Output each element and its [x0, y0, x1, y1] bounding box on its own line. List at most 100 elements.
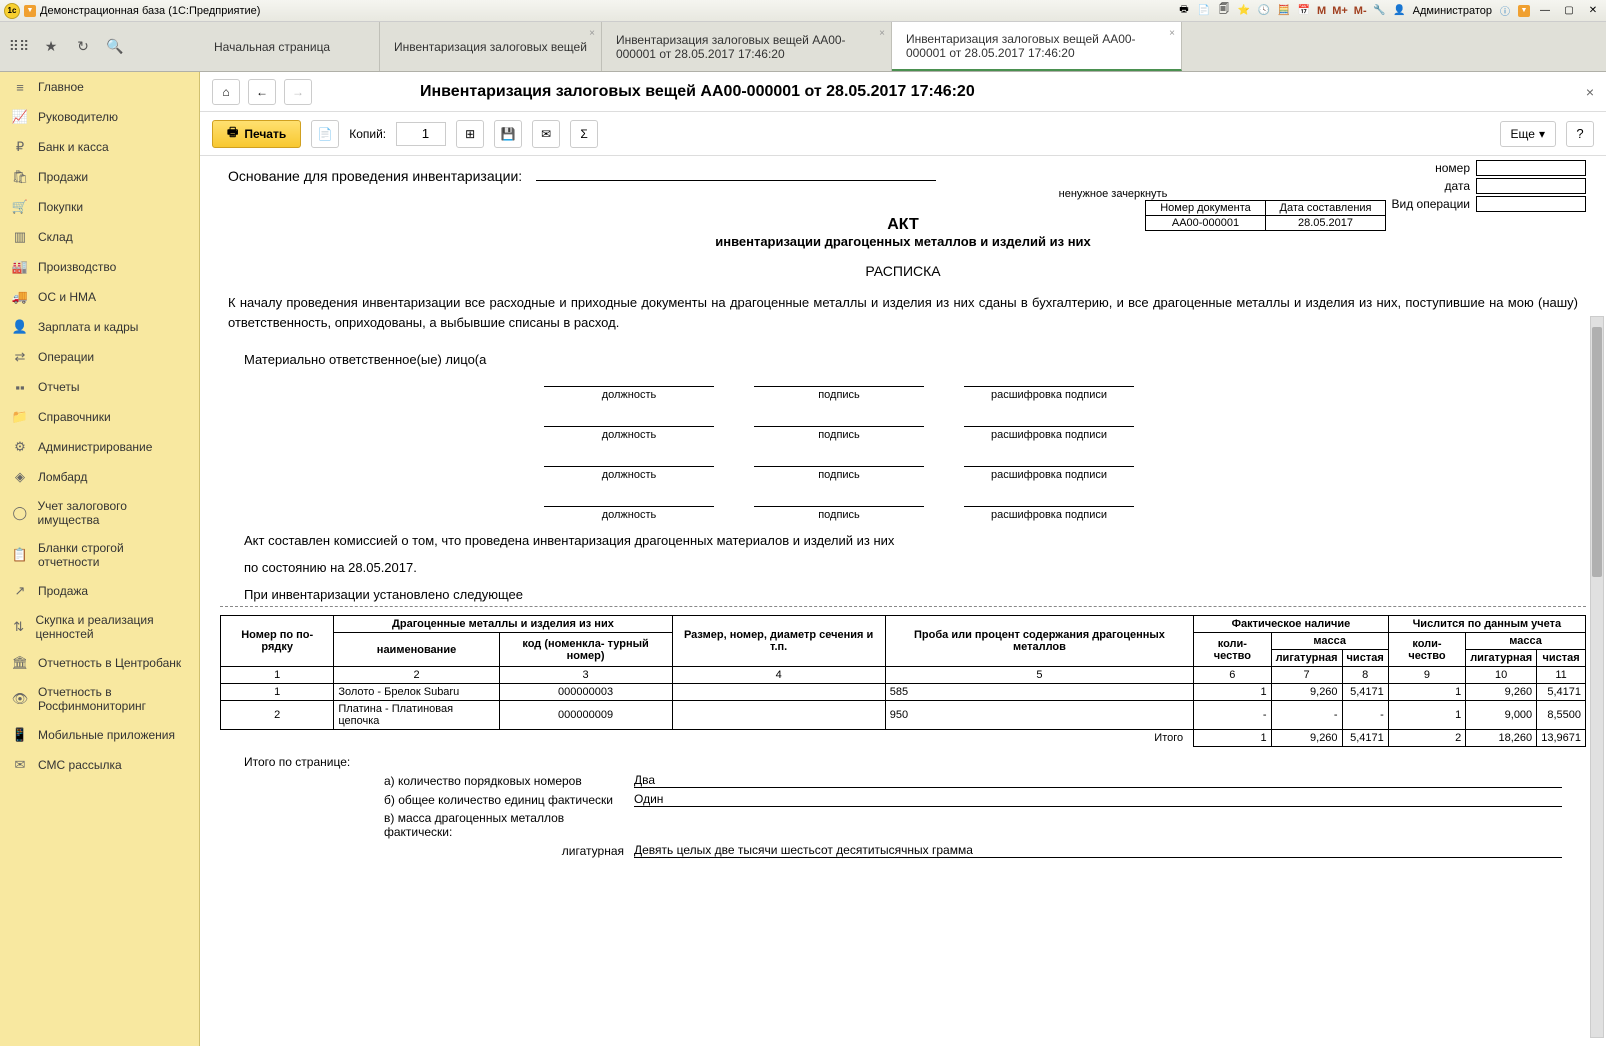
meta-block: номер дата Вид операции: [1391, 160, 1586, 214]
sidebar-item-manager[interactable]: 📈Руководителю: [0, 102, 199, 132]
maximize-button[interactable]: ▢: [1560, 4, 1578, 18]
search-icon[interactable]: 🔍: [106, 38, 124, 56]
copies-input[interactable]: [396, 122, 446, 146]
sidebar-item-sale[interactable]: ↗Продажа: [0, 576, 199, 606]
body-paragraph: К началу проведения инвентаризации все р…: [228, 293, 1578, 332]
ops-icon: ⇄: [12, 349, 28, 365]
sidebar: ≡Главное 📈Руководителю ₽Банк и касса 🛍Пр…: [0, 72, 200, 1046]
caption-line-2: по состоянию на 28.05.2017.: [244, 560, 1578, 575]
user-icon: 👤: [1393, 4, 1407, 18]
minimize-button[interactable]: —: [1536, 4, 1554, 18]
akt-subtitle: инвентаризации драгоценных металлов и из…: [220, 234, 1586, 249]
ring-icon: ◯: [12, 505, 27, 521]
history-tab-icon[interactable]: ↻: [74, 38, 92, 56]
diamond-icon: ◈: [12, 469, 28, 485]
sidebar-item-rfm[interactable]: 👁Отчетность в Росфинмониторинг: [0, 678, 199, 720]
sale-icon: ↗: [12, 583, 28, 599]
print-button[interactable]: 🖶Печать: [212, 120, 301, 148]
phone-icon: 📱: [12, 727, 28, 743]
close-window-button[interactable]: ✕: [1584, 4, 1602, 18]
more-button[interactable]: Еще▾: [1500, 121, 1556, 147]
memory-m-minus[interactable]: M-: [1354, 5, 1367, 17]
sidebar-item-bank[interactable]: ₽Банк и касса: [0, 132, 199, 162]
boxes-icon: ▥: [12, 229, 28, 245]
sidebar-item-production[interactable]: 🏭Производство: [0, 252, 199, 282]
user-label[interactable]: Администратор: [1413, 5, 1492, 17]
compare-icon[interactable]: 🗐: [1217, 4, 1231, 18]
sidebar-item-reports[interactable]: ▪▪Отчеты: [0, 372, 199, 402]
truck-icon: 🚚: [12, 289, 28, 305]
inventory-table: Номер по по- рядку Драгоценные металлы и…: [220, 615, 1586, 747]
settings-button[interactable]: ⊞: [456, 120, 484, 148]
doc-icon: 📋: [12, 547, 28, 563]
sms-icon: ✉: [12, 757, 28, 773]
app-title: Демонстрационная база (1С:Предприятие): [40, 5, 260, 17]
mail-button[interactable]: ✉: [532, 120, 560, 148]
menu-icon: ≡: [12, 79, 28, 95]
responsible-block: Материально ответственное(ые) лицо(а дол…: [244, 352, 1578, 521]
star-icon[interactable]: ★: [42, 38, 60, 56]
copies-label: Копий:: [349, 127, 386, 141]
akt-block: Номер документаДата составления АА00-000…: [220, 216, 1586, 249]
tab-home[interactable]: Начальная страница: [200, 22, 380, 71]
sidebar-item-forms[interactable]: 📋Бланки строгой отчетности: [0, 534, 199, 576]
content-close-button[interactable]: ×: [1586, 84, 1594, 100]
exchange-icon: ⇅: [12, 619, 26, 635]
tab-inventory-doc-2[interactable]: Инвентаризация залоговых вещей АА00-0000…: [892, 22, 1182, 71]
basis-line: Основание для проведения инвентаризации:: [228, 168, 1586, 184]
gear-icon: ⚙: [12, 439, 28, 455]
sidebar-item-operations[interactable]: ⇄Операции: [0, 342, 199, 372]
sidebar-item-sms[interactable]: ✉СМС рассылка: [0, 750, 199, 780]
calendar-icon[interactable]: 📅: [1297, 4, 1311, 18]
tab-inventory-list[interactable]: Инвентаризация залоговых вещей×: [380, 22, 602, 71]
sidebar-item-warehouse[interactable]: ▥Склад: [0, 222, 199, 252]
tab-inventory-doc-1[interactable]: Инвентаризация залоговых вещей АА00-0000…: [602, 22, 892, 71]
sidebar-item-mobile[interactable]: 📱Мобильные приложения: [0, 720, 199, 750]
preview-button[interactable]: 📄: [311, 120, 339, 148]
sidebar-item-pledge[interactable]: ◯Учет залогового имущества: [0, 492, 199, 534]
calc-icon[interactable]: 🧮: [1277, 4, 1291, 18]
history-icon[interactable]: 🕓: [1257, 4, 1271, 18]
app-logo-icon: 1c: [4, 3, 20, 19]
print-icon[interactable]: 🖶: [1177, 4, 1191, 18]
apps-grid-icon[interactable]: ⠿⠿: [10, 38, 28, 56]
scrollbar-thumb[interactable]: [1592, 327, 1602, 577]
table-row: 1Золото - Брелок Subaru00000000358519,26…: [221, 684, 1586, 701]
tab-close-icon[interactable]: ×: [879, 28, 885, 39]
tab-close-icon[interactable]: ×: [1169, 28, 1175, 39]
memory-m-plus[interactable]: M+: [1332, 5, 1348, 17]
person-icon: 👤: [12, 319, 28, 335]
tools-icon[interactable]: 🔧: [1373, 4, 1387, 18]
sum-button[interactable]: Σ: [570, 120, 598, 148]
app-menu-dropdown[interactable]: ▼: [24, 5, 36, 17]
forward-button[interactable]: →: [284, 79, 312, 105]
memory-m[interactable]: M: [1317, 5, 1326, 17]
sidebar-item-purchases[interactable]: 🛒Покупки: [0, 192, 199, 222]
info-icon[interactable]: ⓘ: [1498, 4, 1512, 18]
save-doc-button[interactable]: 💾: [494, 120, 522, 148]
scrollbar-vertical[interactable]: [1590, 316, 1604, 1038]
help-button[interactable]: ?: [1566, 121, 1594, 147]
sidebar-item-references[interactable]: 📁Справочники: [0, 402, 199, 432]
sidebar-item-sales[interactable]: 🛍Продажи: [0, 162, 199, 192]
sidebar-item-main[interactable]: ≡Главное: [0, 72, 199, 102]
sidebar-item-assets[interactable]: 🚚ОС и НМА: [0, 282, 199, 312]
bag-icon: 🛍: [12, 169, 28, 185]
cart-icon: 🛒: [12, 199, 28, 215]
sidebar-item-buying[interactable]: ⇅Скупка и реализация ценностей: [0, 606, 199, 648]
sidebar-item-pawnshop[interactable]: ◈Ломбард: [0, 462, 199, 492]
document-area[interactable]: номер дата Вид операции Основание для пр…: [200, 156, 1606, 1046]
eye-icon: 👁: [12, 691, 28, 707]
info-dropdown[interactable]: ▼: [1518, 5, 1530, 17]
sidebar-item-admin[interactable]: ⚙Администрирование: [0, 432, 199, 462]
raspiska-title: РАСПИСКА: [220, 263, 1586, 279]
sidebar-item-cbr[interactable]: 🏛Отчетность в Центробанк: [0, 648, 199, 678]
back-button[interactable]: ←: [248, 79, 276, 105]
tab-close-icon[interactable]: ×: [589, 28, 595, 39]
caption-line-1: Акт составлен комиссией о том, что прове…: [244, 533, 1578, 548]
save-file-icon[interactable]: 📄: [1197, 4, 1211, 18]
favorite-icon[interactable]: ⭐: [1237, 4, 1251, 18]
home-button[interactable]: ⌂: [212, 79, 240, 105]
sidebar-item-hr[interactable]: 👤Зарплата и кадры: [0, 312, 199, 342]
caption-line-3: При инвентаризации установлено следующее: [244, 587, 1578, 602]
